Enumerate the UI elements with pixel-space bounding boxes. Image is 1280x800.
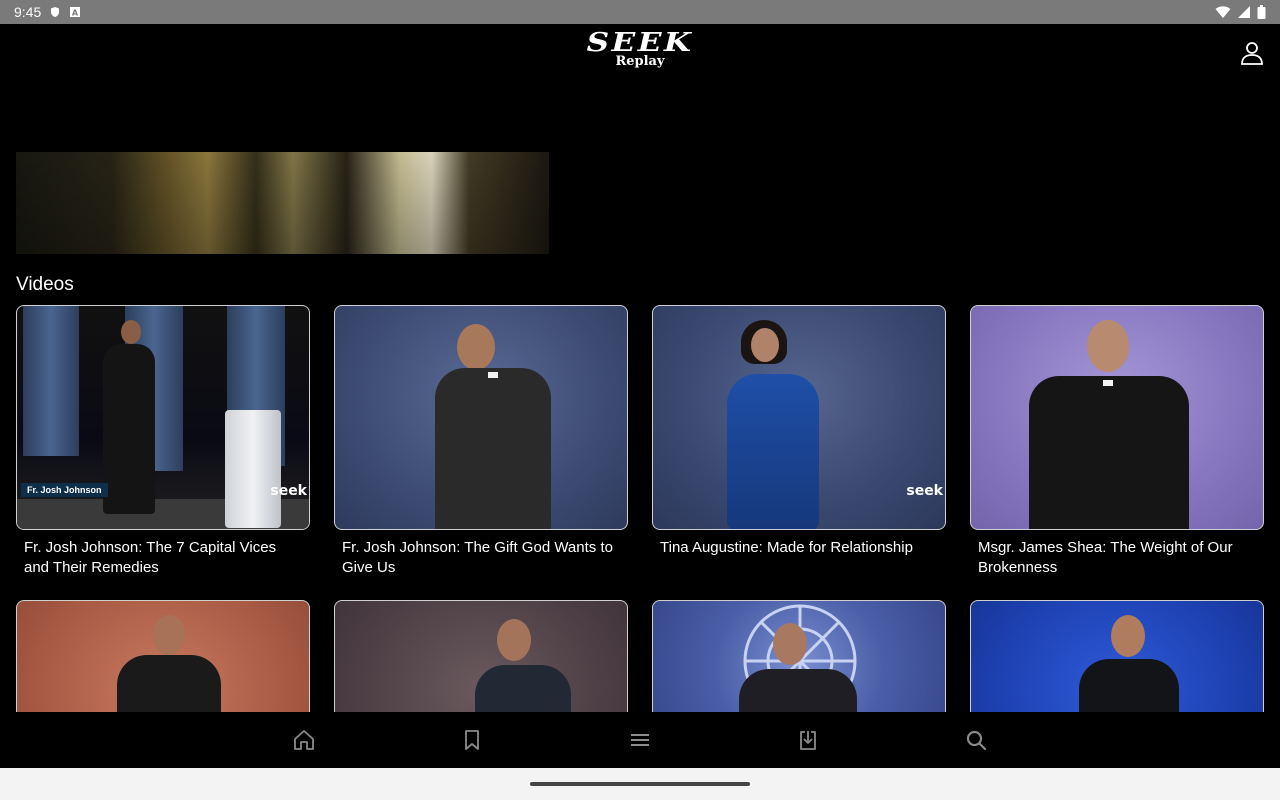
shield-icon	[51, 7, 60, 17]
home-icon	[294, 730, 314, 750]
signal-icon	[1238, 6, 1250, 18]
video-title[interactable]: Tina Augustine: Made for Relationship	[652, 538, 946, 558]
seek-watermark: seek	[270, 483, 307, 499]
speaker-name-tag: Fr. Josh Johnson	[21, 483, 108, 497]
nav-downloads[interactable]	[796, 728, 820, 752]
logo-main-text: SEEK	[586, 28, 694, 58]
nav-home[interactable]	[292, 728, 316, 752]
download-icon	[800, 731, 816, 750]
person-icon	[1241, 42, 1263, 65]
video-card[interactable]: Fr. Josh Johnson: The Gift God Wants to …	[334, 305, 628, 578]
video-card[interactable]: Msgr. James Shea: The Weight of Our Brok…	[970, 305, 1264, 578]
video-card[interactable]: seek Tina Augustine: Made for Relationsh…	[652, 305, 946, 558]
svg-text:A: A	[72, 9, 79, 18]
menu-icon	[631, 734, 649, 746]
wifi-icon	[1215, 6, 1231, 18]
video-title[interactable]: Fr. Josh Johnson: The 7 Capital Vices an…	[16, 538, 310, 578]
nav-search[interactable]	[964, 728, 988, 752]
nav-saved[interactable]	[460, 728, 484, 752]
battery-icon	[1257, 5, 1266, 19]
bookmark-icon	[465, 730, 479, 750]
video-thumbnail[interactable]	[970, 305, 1264, 530]
status-bar: 9:45 A	[0, 0, 1280, 24]
seek-watermark: seek	[906, 483, 943, 499]
system-gesture-area	[0, 768, 1280, 800]
seek-replay-logo: SEEK Replay	[587, 30, 693, 72]
a-icon: A	[70, 7, 81, 18]
video-title[interactable]: Msgr. James Shea: The Weight of Our Brok…	[970, 538, 1264, 578]
video-card[interactable]: Fr. Josh Johnson seek Fr. Josh Johnson: …	[16, 305, 310, 578]
nav-menu[interactable]	[628, 728, 652, 752]
hero-banner[interactable]	[16, 152, 549, 254]
video-thumbnail[interactable]: Fr. Josh Johnson seek	[16, 305, 310, 530]
section-title: Videos	[16, 274, 74, 295]
search-icon	[966, 730, 987, 751]
gesture-handle[interactable]	[530, 782, 750, 786]
video-thumbnail[interactable]: seek	[652, 305, 946, 530]
status-time: 9:45	[14, 4, 42, 20]
bottom-nav	[0, 712, 1280, 768]
video-title[interactable]: Fr. Josh Johnson: The Gift God Wants to …	[334, 538, 628, 578]
video-thumbnail[interactable]	[334, 305, 628, 530]
app-header: SEEK Replay	[0, 24, 1280, 84]
profile-button[interactable]	[1239, 40, 1265, 66]
